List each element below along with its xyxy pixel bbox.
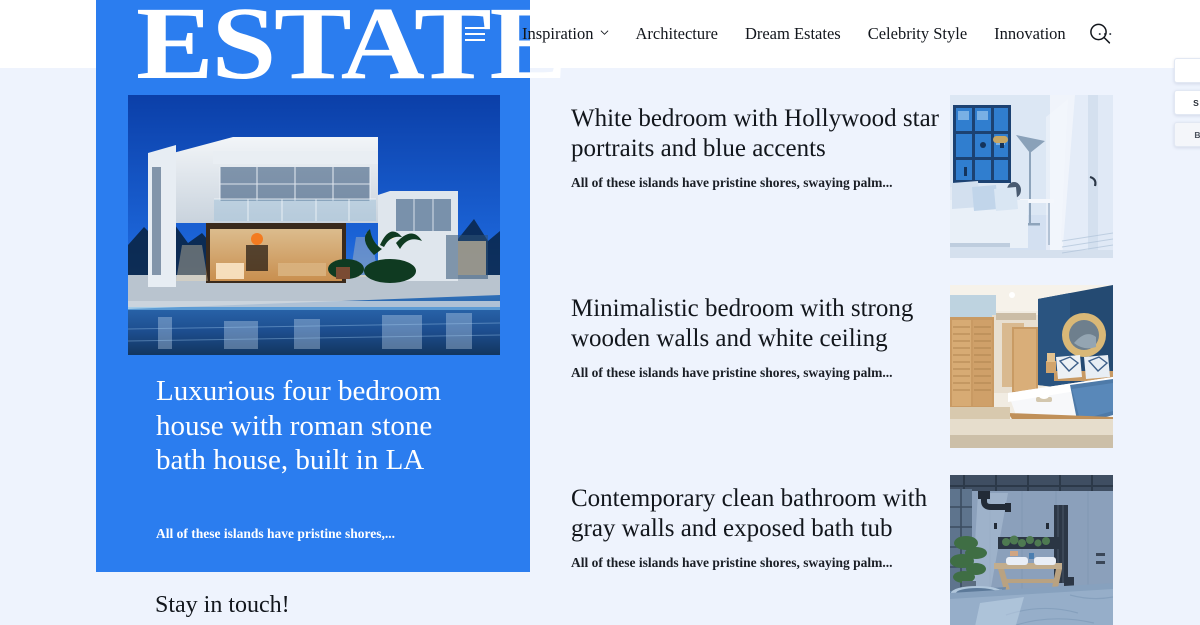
primary-navigation: Inspiration Architecture Dream Estates C… — [450, 0, 1113, 68]
nav-item-label: Innovation — [994, 24, 1066, 43]
nav-item-label: Celebrity Style — [867, 24, 968, 43]
article-excerpt: All of these islands have pristine shore… — [571, 175, 893, 190]
footer-heading: Stay in touch! — [155, 592, 290, 618]
article-excerpt: All of these islands have pristine shore… — [571, 555, 893, 570]
article-title[interactable]: Minimalistic bedroom with strong wooden … — [571, 294, 941, 354]
article-excerpt: All of these islands have pristine shore… — [571, 365, 893, 380]
page-root: ESTATE Luxurious four bedroom house with… — [0, 0, 1200, 625]
floating-action-stack: DEMOS SERVICES BUY NOW — [1174, 58, 1200, 147]
featured-story-panel: ESTATE Luxurious four bedroom house with… — [96, 0, 567, 572]
search-icon[interactable] — [1086, 20, 1114, 48]
nav-item-architecture[interactable]: Architecture — [636, 24, 718, 44]
article-card: White bedroom with Hollywood star portra… — [571, 95, 1113, 285]
demos-button[interactable]: DEMOS — [1174, 58, 1200, 83]
buy-now-button[interactable]: BUY NOW — [1174, 122, 1200, 147]
nav-item-label: Dream Estates — [744, 24, 841, 43]
article-thumbnail[interactable] — [950, 285, 1113, 448]
article-thumbnail[interactable] — [950, 95, 1113, 258]
nav-links: Inspiration Architecture Dream Estates C… — [522, 20, 1113, 44]
hero-title[interactable]: Luxurious four bedroom house with roman … — [156, 374, 456, 478]
nav-item-label: Inspiration — [522, 24, 594, 43]
article-card: Minimalistic bedroom with strong wooden … — [571, 285, 1113, 475]
nav-item-innovation[interactable]: Innovation — [994, 24, 1066, 44]
hero-excerpt: All of these islands have pristine shore… — [156, 526, 396, 541]
article-list: White bedroom with Hollywood star portra… — [571, 95, 1113, 625]
article-text: White bedroom with Hollywood star portra… — [571, 95, 941, 285]
article-text: Contemporary clean bathroom with gray wa… — [571, 475, 941, 625]
hero-image[interactable] — [128, 95, 500, 355]
nav-item-label: Architecture — [635, 24, 718, 43]
article-card: Contemporary clean bathroom with gray wa… — [571, 475, 1113, 625]
article-thumbnail[interactable] — [950, 475, 1113, 625]
nav-item-celebrity-style[interactable]: Celebrity Style — [868, 24, 967, 44]
services-button[interactable]: SERVICES — [1174, 90, 1200, 115]
chevron-down-icon — [600, 28, 609, 37]
article-title[interactable]: White bedroom with Hollywood star portra… — [571, 104, 941, 164]
hamburger-icon[interactable] — [458, 0, 492, 68]
article-title[interactable]: Contemporary clean bathroom with gray wa… — [571, 484, 941, 544]
nav-item-dream-estates[interactable]: Dream Estates — [745, 24, 841, 44]
article-text: Minimalistic bedroom with strong wooden … — [571, 285, 941, 475]
nav-item-inspiration[interactable]: Inspiration — [522, 24, 609, 44]
